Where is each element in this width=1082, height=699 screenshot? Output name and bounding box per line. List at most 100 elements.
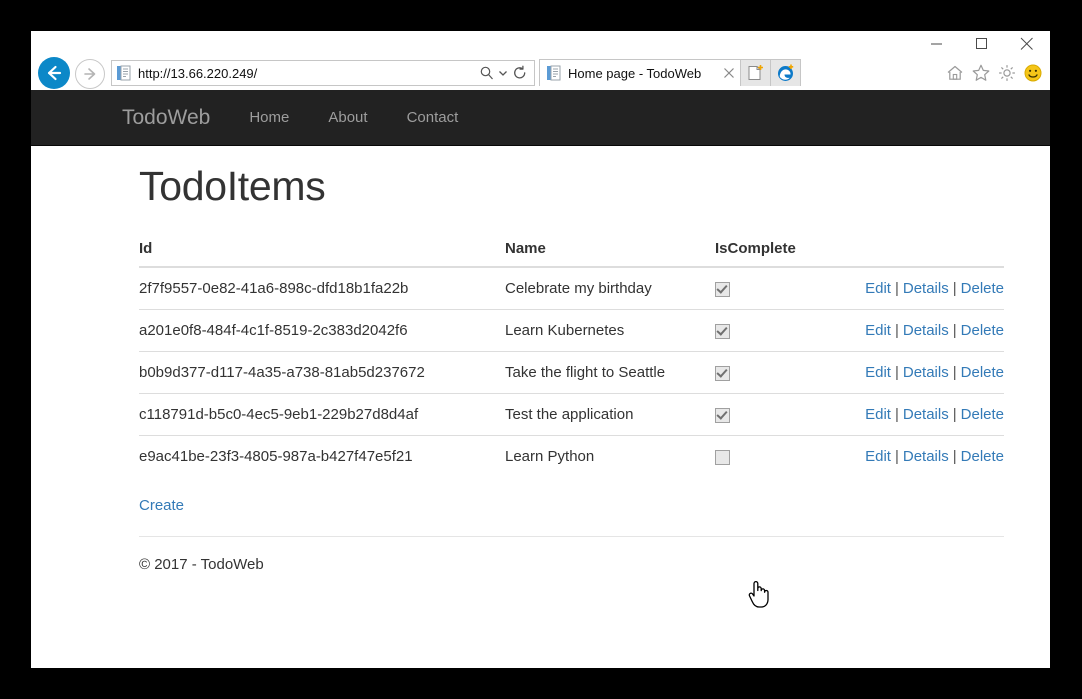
details-link[interactable]: Details	[903, 322, 949, 339]
cell-name: Take the flight to Seattle	[505, 351, 715, 394]
table-head: Id Name IsComplete	[139, 232, 1004, 268]
cell-name: Learn Python	[505, 435, 715, 477]
url-text[interactable]: http://13.66.220.249/	[138, 66, 477, 81]
page-container: TodoItems Id Name IsComplete 2f7f9557-0e…	[139, 145, 1004, 573]
close-icon	[724, 68, 734, 78]
footer-divider	[139, 536, 1004, 537]
page-title: TodoItems	[139, 163, 326, 209]
close-icon	[1020, 37, 1033, 50]
refresh-icon[interactable]	[509, 62, 531, 84]
gear-icon[interactable]	[994, 60, 1020, 86]
back-button[interactable]	[38, 57, 70, 89]
command-bar	[942, 60, 1046, 86]
cell-actions: Edit | Details | Delete	[835, 351, 1004, 394]
home-icon[interactable]	[942, 60, 968, 86]
close-window-button[interactable]	[1004, 31, 1049, 56]
address-bar[interactable]: http://13.66.220.249/	[111, 60, 535, 86]
column-header-iscomplete: IsComplete	[715, 232, 835, 268]
cell-actions: Edit | Details | Delete	[835, 393, 1004, 436]
delete-link[interactable]: Delete	[961, 448, 1004, 465]
table-row: b0b9d377-d117-4a35-a738-81ab5d237672 Take…	[139, 351, 1004, 394]
cell-id: a201e0f8-484f-4c1f-8519-2c383d2042f6	[139, 309, 505, 352]
delete-link[interactable]: Delete	[961, 364, 1004, 381]
edit-link[interactable]: Edit	[865, 364, 891, 381]
action-separator: |	[894, 448, 899, 465]
table-row: 2f7f9557-0e82-41a6-898c-dfd18b1fa22b Cele…	[139, 267, 1004, 310]
create-link[interactable]: Create	[139, 497, 184, 514]
footer-copyright: © 2017 - TodoWeb	[139, 556, 264, 573]
nav-link-home[interactable]: Home	[234, 90, 304, 145]
chevron-down-icon[interactable]	[497, 62, 509, 84]
minimize-button[interactable]	[914, 31, 959, 56]
action-separator: |	[952, 364, 957, 381]
action-separator: |	[894, 322, 899, 339]
table-body: 2f7f9557-0e82-41a6-898c-dfd18b1fa22b Cele…	[139, 267, 1004, 477]
checkbox-checked-icon	[715, 323, 730, 339]
action-separator: |	[894, 406, 899, 423]
browser-toolbar: http://13.66.220.249/ Home page - TodoWe…	[31, 56, 1050, 90]
cell-actions: Edit | Details | Delete	[835, 309, 1004, 352]
tab-home-page-todoweb[interactable]: Home page - TodoWeb	[539, 59, 741, 86]
tab-title: Home page - TodoWeb	[568, 65, 702, 81]
favorites-star-icon[interactable]	[968, 60, 994, 86]
nav-link-contact[interactable]: Contact	[392, 90, 474, 145]
action-separator: |	[952, 322, 957, 339]
edge-browser-icon	[777, 64, 793, 81]
nav-link-about[interactable]: About	[313, 90, 382, 145]
details-link[interactable]: Details	[903, 280, 949, 297]
search-icon[interactable]	[477, 62, 497, 84]
edit-link[interactable]: Edit	[865, 406, 891, 423]
cell-name: Learn Kubernetes	[505, 309, 715, 352]
cell-iscomplete	[715, 393, 835, 436]
cell-iscomplete	[715, 435, 835, 477]
tab-strip: Home page - TodoWeb	[539, 59, 801, 86]
forward-button[interactable]	[75, 59, 105, 89]
details-link[interactable]: Details	[903, 364, 949, 381]
smiley-feedback-icon[interactable]	[1020, 60, 1046, 86]
column-header-name: Name	[505, 232, 715, 268]
window-titlebar	[31, 31, 1050, 56]
delete-link[interactable]: Delete	[961, 406, 1004, 423]
checkbox-unchecked-icon	[715, 449, 730, 465]
todo-items-table: Id Name IsComplete 2f7f9557-0e82-41a6-89…	[139, 232, 1004, 477]
cell-actions: Edit | Details | Delete	[835, 267, 1004, 310]
details-link[interactable]: Details	[903, 406, 949, 423]
edit-link[interactable]: Edit	[865, 322, 891, 339]
action-separator: |	[952, 280, 957, 297]
edit-link[interactable]: Edit	[865, 280, 891, 297]
action-separator: |	[894, 280, 899, 297]
table-header-row: Id Name IsComplete	[139, 232, 1004, 268]
maximize-button[interactable]	[959, 31, 1004, 56]
browser-window: http://13.66.220.249/ Home page - TodoWe…	[31, 31, 1050, 668]
minimize-icon	[930, 43, 942, 44]
new-tab-icon	[748, 65, 763, 80]
navbar-brand[interactable]: TodoWeb	[107, 90, 225, 145]
cell-iscomplete	[715, 309, 835, 352]
page-document-icon	[117, 65, 131, 81]
close-tab-button[interactable]	[718, 60, 740, 86]
action-separator: |	[894, 364, 899, 381]
cell-iscomplete	[715, 351, 835, 394]
edit-link[interactable]: Edit	[865, 448, 891, 465]
cell-iscomplete	[715, 267, 835, 310]
cell-id: b0b9d377-d117-4a35-a738-81ab5d237672	[139, 351, 505, 394]
table-row: e9ac41be-23f3-4805-987a-b427f47e5f21 Lear…	[139, 435, 1004, 477]
create-link-wrapper: Create	[139, 497, 1004, 514]
cell-id: 2f7f9557-0e82-41a6-898c-dfd18b1fa22b	[139, 280, 409, 297]
page-document-icon	[547, 65, 561, 81]
checkbox-checked-icon	[715, 281, 730, 297]
back-arrow-icon	[47, 65, 62, 81]
details-link[interactable]: Details	[903, 448, 949, 465]
checkbox-checked-icon	[715, 365, 730, 381]
maximize-icon	[975, 37, 987, 49]
forward-arrow-icon	[84, 68, 96, 80]
table-row: c118791d-b5c0-4ec5-9eb1-229b27d8d4af Test…	[139, 393, 1004, 436]
action-separator: |	[952, 406, 957, 423]
new-tab-button[interactable]	[741, 59, 771, 86]
delete-link[interactable]: Delete	[961, 280, 1004, 297]
cell-id: c118791d-b5c0-4ec5-9eb1-229b27d8d4af	[139, 393, 505, 436]
checkbox-checked-icon	[715, 407, 730, 423]
table-row: a201e0f8-484f-4c1f-8519-2c383d2042f6 Lear…	[139, 309, 1004, 352]
open-with-edge-button[interactable]	[771, 59, 801, 86]
delete-link[interactable]: Delete	[961, 322, 1004, 339]
